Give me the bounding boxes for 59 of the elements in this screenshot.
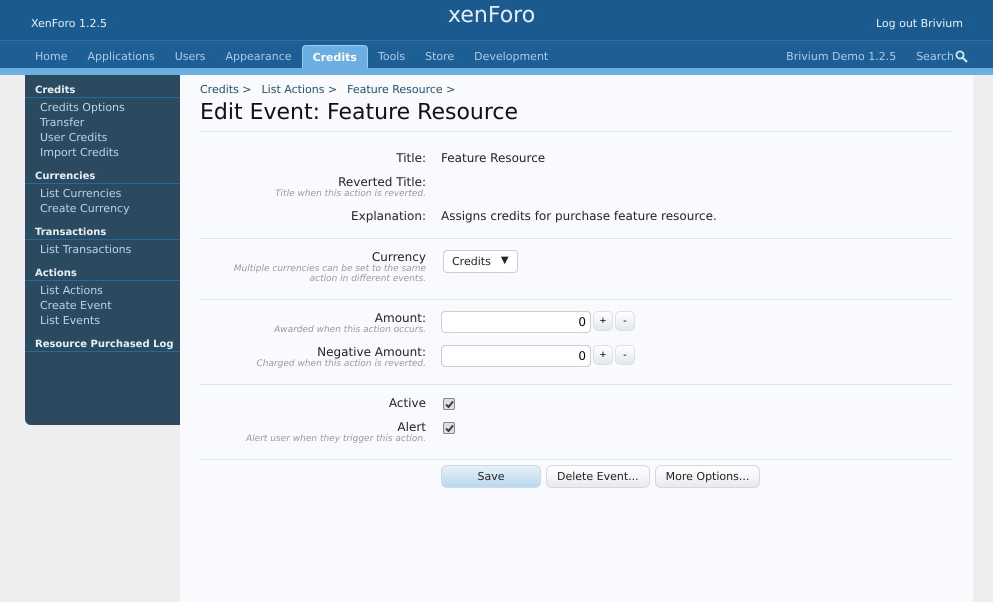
sidebar-item[interactable]: List Currencies — [25, 186, 180, 201]
field-label: Active — [388, 396, 426, 410]
sidebar-item[interactable]: Create Currency — [25, 201, 180, 216]
sidebar-heading[interactable]: Currencies — [25, 169, 180, 184]
decrement-button[interactable]: - — [615, 311, 635, 331]
field-hint: Awarded when this action occurs. — [272, 325, 426, 335]
board-link[interactable]: Brivium Demo 1.2.5 — [786, 50, 896, 63]
sidebar-item[interactable]: User Credits — [25, 130, 180, 145]
field-label: Negative Amount: — [317, 345, 426, 359]
sidebar-item[interactable]: List Actions — [25, 283, 180, 298]
increment-button[interactable]: + — [593, 311, 613, 331]
search-icon[interactable] — [955, 50, 968, 63]
sidebar-item[interactable]: Import Credits — [25, 145, 180, 160]
field-label: Title: — [396, 151, 426, 165]
nav-tab[interactable]: Store — [415, 45, 464, 68]
sidebar-heading[interactable]: Credits — [25, 83, 180, 98]
sidebar-heading[interactable]: Transactions — [25, 225, 180, 240]
logout-link[interactable]: Log out Brivium — [876, 17, 963, 40]
breadcrumb-link[interactable]: Feature Resource > — [347, 83, 456, 96]
field-value: Assigns credits for purchase feature resource. — [441, 209, 717, 223]
sidebar-item[interactable]: Create Event — [25, 298, 180, 313]
number-input[interactable]: 0 — [441, 345, 591, 367]
decrement-button[interactable]: - — [615, 345, 635, 365]
logo: xenForo — [448, 3, 536, 28]
nav-tab[interactable]: Tools — [368, 45, 416, 68]
field-value: Feature Resource — [441, 151, 546, 165]
save-button[interactable]: Save — [441, 465, 541, 488]
sidebar-item[interactable]: List Transactions — [25, 242, 180, 257]
sidebar-item[interactable]: Credits Options — [25, 100, 180, 115]
breadcrumb-link[interactable]: List Actions > — [262, 83, 338, 96]
sidebar-heading[interactable]: Actions — [25, 266, 180, 281]
nav-tab[interactable]: Applications — [77, 45, 165, 68]
field-label: Amount: — [374, 311, 426, 325]
checkbox[interactable] — [443, 422, 455, 434]
sidebar-item[interactable]: List Events — [25, 313, 180, 328]
nav-tab[interactable]: Development — [464, 45, 558, 68]
sidebar-heading[interactable]: Resource Purchased Log — [25, 337, 180, 352]
action-button[interactable]: More Options... — [654, 465, 760, 488]
field-hint: Charged when this action is reverted. — [255, 359, 426, 369]
sidebar-item[interactable]: Transfer — [25, 115, 180, 130]
increment-button[interactable]: + — [593, 345, 613, 365]
checkbox[interactable] — [443, 398, 455, 410]
action-button[interactable]: Delete Event... — [546, 465, 650, 488]
field-label: Explanation: — [351, 209, 426, 223]
app-version: XenForo 1.2.5 — [31, 17, 107, 32]
search-link[interactable]: Search — [916, 50, 954, 63]
field-hint: Alert user when they trigger this action. — [244, 434, 426, 444]
field-hint: Title when this action is reverted. — [274, 189, 426, 199]
field-hint: Multiple currencies can be set to the same action in different events. — [232, 264, 426, 284]
page-title: Edit Event: Feature Resource — [200, 100, 953, 132]
field-label: Currency — [372, 250, 426, 264]
currency-dropdown[interactable]: Credits ▼ — [443, 250, 518, 273]
nav-tab[interactable]: Appearance — [216, 45, 302, 68]
number-input[interactable]: 0 — [441, 311, 591, 333]
field-label: Reverted Title: — [338, 175, 426, 189]
nav-tab[interactable]: Home — [25, 45, 78, 68]
nav-tab[interactable]: Users — [164, 45, 216, 68]
field-label: Alert — [397, 420, 426, 434]
breadcrumb-link[interactable]: Credits > — [200, 83, 252, 96]
